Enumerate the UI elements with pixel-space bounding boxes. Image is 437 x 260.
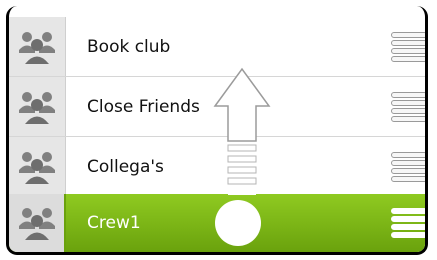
- drag-up-arrow-icon: [213, 67, 271, 246]
- group-name: Close Friends: [87, 96, 200, 117]
- group-thumbnail: [9, 194, 66, 252]
- group-name: Book club: [87, 36, 171, 57]
- people-group-icon: [18, 208, 55, 240]
- drag-handle-icon[interactable]: [391, 31, 425, 62]
- group-thumbnail: [9, 77, 66, 136]
- people-group-icon: [19, 91, 55, 124]
- people-group-icon: [19, 31, 55, 64]
- group-name: Collega's: [87, 156, 164, 177]
- group-name: Crew1: [87, 213, 141, 233]
- people-group-icon: [19, 151, 55, 184]
- group-thumbnail: [9, 137, 66, 196]
- group-thumbnail: [9, 17, 66, 76]
- drag-handle-icon[interactable]: [391, 91, 425, 122]
- drag-handle-icon[interactable]: [391, 151, 425, 182]
- drag-handle-icon[interactable]: [391, 208, 425, 238]
- group-list: Book club Close Friends Collega's Crew1: [6, 6, 428, 255]
